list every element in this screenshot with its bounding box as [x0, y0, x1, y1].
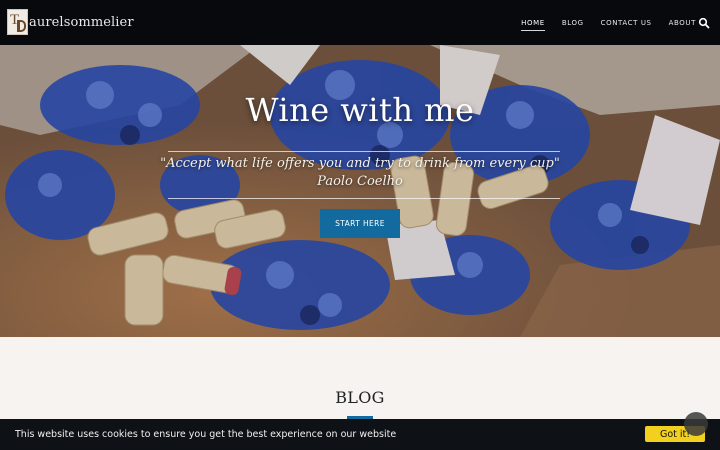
brand[interactable]: T aurelsommelier [7, 9, 134, 35]
top-navbar: T aurelsommelier HOME BLOG CONTACT US AB… [0, 0, 720, 45]
brand-name: aurelsommelier [29, 14, 134, 30]
scroll-to-top-button[interactable] [684, 412, 708, 436]
search-icon[interactable] [698, 17, 710, 29]
logo-icon: T [7, 9, 28, 35]
start-here-button[interactable]: START HERE [320, 209, 400, 238]
nav-blog[interactable]: BLOG [562, 19, 584, 27]
hero-banner: Wine with me "Accept what life offers yo… [0, 45, 720, 337]
blog-section: BLOG [0, 337, 720, 419]
nav-contact-us[interactable]: CONTACT US [601, 19, 652, 27]
nav-about[interactable]: ABOUT [669, 19, 696, 27]
logo-mark [17, 20, 26, 32]
cookie-consent-bar: This website uses cookies to ensure you … [0, 419, 720, 450]
blog-heading: BLOG [335, 388, 385, 407]
quote-author: Paolo Coelho [317, 174, 403, 189]
main-nav: HOME BLOG CONTACT US ABOUT [504, 0, 696, 45]
hero-title: Wine with me [245, 91, 475, 129]
hero-quote: "Accept what life offers you and try to … [160, 156, 560, 171]
nav-home[interactable]: HOME [521, 19, 545, 31]
cookie-message: This website uses cookies to ensure you … [15, 429, 397, 440]
